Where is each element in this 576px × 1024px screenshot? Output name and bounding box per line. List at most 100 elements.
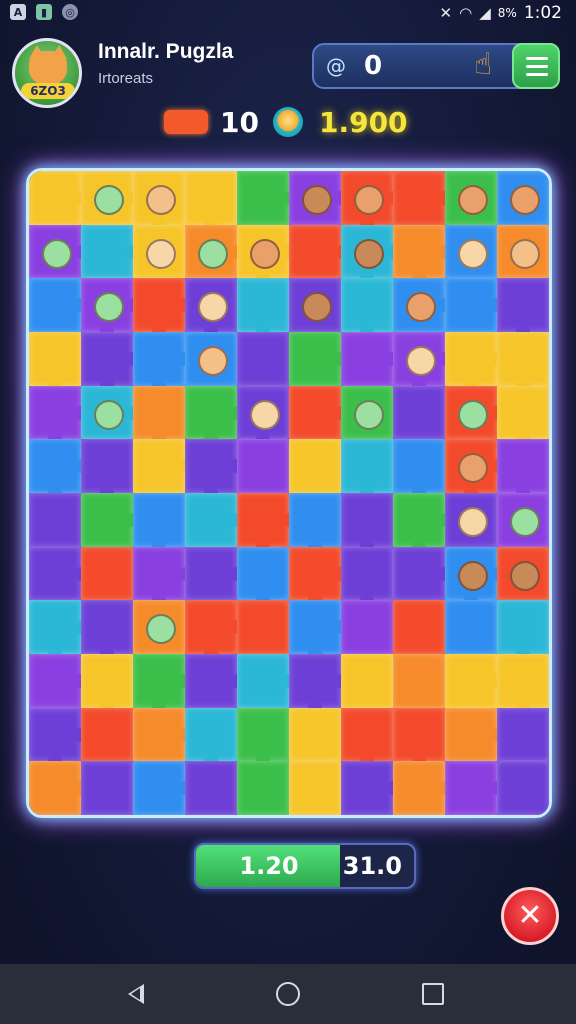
menu-line [526,65,548,68]
hand-pointer-icon: ☝ [474,47,493,82]
picture-fragment-icon [510,506,540,537]
picture-fragment-icon [94,399,124,430]
puzzle-tile[interactable] [237,761,289,815]
picture-fragment-icon [354,238,384,269]
puzzle-tile[interactable] [497,278,549,332]
puzzle-tile[interactable] [497,385,549,440]
picture-fragment-icon [198,292,228,323]
puzzle-tile[interactable] [81,600,133,654]
picture-fragment-icon [458,184,488,215]
picture-fragment-icon [406,345,436,376]
puzzle-tile[interactable] [237,439,289,493]
bluetooth-icon: ✕ [439,4,453,22]
coin-icon [272,107,303,137]
picture-fragment-icon [198,345,228,376]
puzzle-tile[interactable] [237,600,289,654]
coin-count: 1.900 [318,105,408,139]
puzzle-tile[interactable] [341,439,393,493]
picture-fragment-icon [302,292,332,323]
puzzle-tile[interactable] [497,439,549,493]
puzzle-tile[interactable] [393,439,445,493]
puzzle-tile[interactable] [29,332,81,386]
puzzle-tile[interactable] [289,439,341,493]
picture-fragment-icon [458,453,488,484]
picture-fragment-icon [354,399,384,430]
battery-text: 8% [497,6,517,20]
picture-fragment-icon [510,238,540,269]
puzzle-tile[interactable] [81,761,133,815]
picture-fragment-icon [146,238,176,269]
moves-icon [164,110,208,134]
puzzle-tile[interactable] [289,707,341,762]
clock: 1:02 [523,3,562,23]
puzzle-tile[interactable] [237,546,289,601]
puzzle-tile[interactable] [133,385,185,440]
puzzle-tile[interactable] [393,654,445,708]
puzzle-tile[interactable] [185,171,237,225]
puzzle-tile[interactable] [81,439,133,493]
picture-fragment-icon [146,184,176,215]
player-avatar[interactable]: 6ZO3 [12,38,82,108]
puzzle-tile[interactable] [393,385,445,440]
puzzle-tile[interactable] [81,707,133,762]
close-icon: ✕ [517,898,543,933]
puzzle-tile[interactable] [341,493,393,547]
wifi-icon: ◠ [459,4,473,22]
game-subtitle: Irtoreats [98,70,154,87]
picture-fragment-icon [510,184,540,215]
puzzle-tile[interactable] [29,493,81,547]
puzzle-tile[interactable] [185,761,237,815]
puzzle-tile[interactable] [341,278,393,332]
puzzle-tile[interactable] [237,707,289,762]
puzzle-tile[interactable] [497,761,549,815]
puzzle-tile[interactable] [341,654,393,708]
sync-icon: ◎ [62,4,78,20]
puzzle-board[interactable] [26,168,552,818]
puzzle-tile[interactable] [81,654,133,708]
notification-icon: ▮ [36,4,52,20]
picture-fragment-icon [250,238,280,269]
puzzle-tile[interactable] [497,332,549,386]
progress-total: 31.0 [342,852,402,880]
menu-line [526,57,548,60]
picture-fragment-icon [458,560,488,591]
puzzle-tile[interactable] [393,707,445,762]
picture-fragment-icon [510,560,540,591]
signal-icon: ◢ [479,4,491,22]
score-value: 0 [364,51,383,81]
puzzle-tile[interactable] [341,546,393,601]
menu-button[interactable] [512,43,560,89]
counter-row: 10 1.900 [164,104,408,140]
puzzle-tile[interactable] [237,332,289,386]
puzzle-tile[interactable] [341,600,393,654]
system-nav-bar [0,964,576,1024]
home-icon[interactable] [276,982,300,1006]
puzzle-tile[interactable] [393,600,445,654]
picture-fragment-icon [458,506,488,537]
progress-bar: 1.20 31.0 [194,843,416,889]
recent-apps-icon[interactable] [422,983,444,1005]
picture-fragment-icon [458,399,488,430]
back-icon[interactable] [128,984,144,1004]
puzzle-tile[interactable] [81,546,133,601]
app-a-icon: A [10,4,26,20]
close-button[interactable]: ✕ [501,887,559,945]
puzzle-tile[interactable] [237,278,289,332]
puzzle-tile[interactable] [445,600,497,654]
game-title: Innalr. Pugzla [98,40,234,63]
status-bar: A ▮ ◎ ✕ ◠ ◢ 8% 1:02 [0,0,576,26]
puzzle-tile[interactable] [289,761,341,815]
puzzle-tile[interactable] [497,707,549,762]
picture-fragment-icon [302,184,332,215]
picture-fragment-icon [250,399,280,430]
puzzle-tile[interactable] [133,493,185,547]
puzzle-tile[interactable] [341,707,393,762]
puzzle-tile[interactable] [497,600,549,654]
puzzle-tile[interactable] [497,654,549,708]
picture-fragment-icon [42,238,72,269]
menu-line [526,73,548,76]
puzzle-tile[interactable] [185,707,237,762]
puzzle-tile[interactable] [289,493,341,547]
picture-fragment-icon [198,238,228,269]
progress-current: 1.20 [239,852,299,880]
